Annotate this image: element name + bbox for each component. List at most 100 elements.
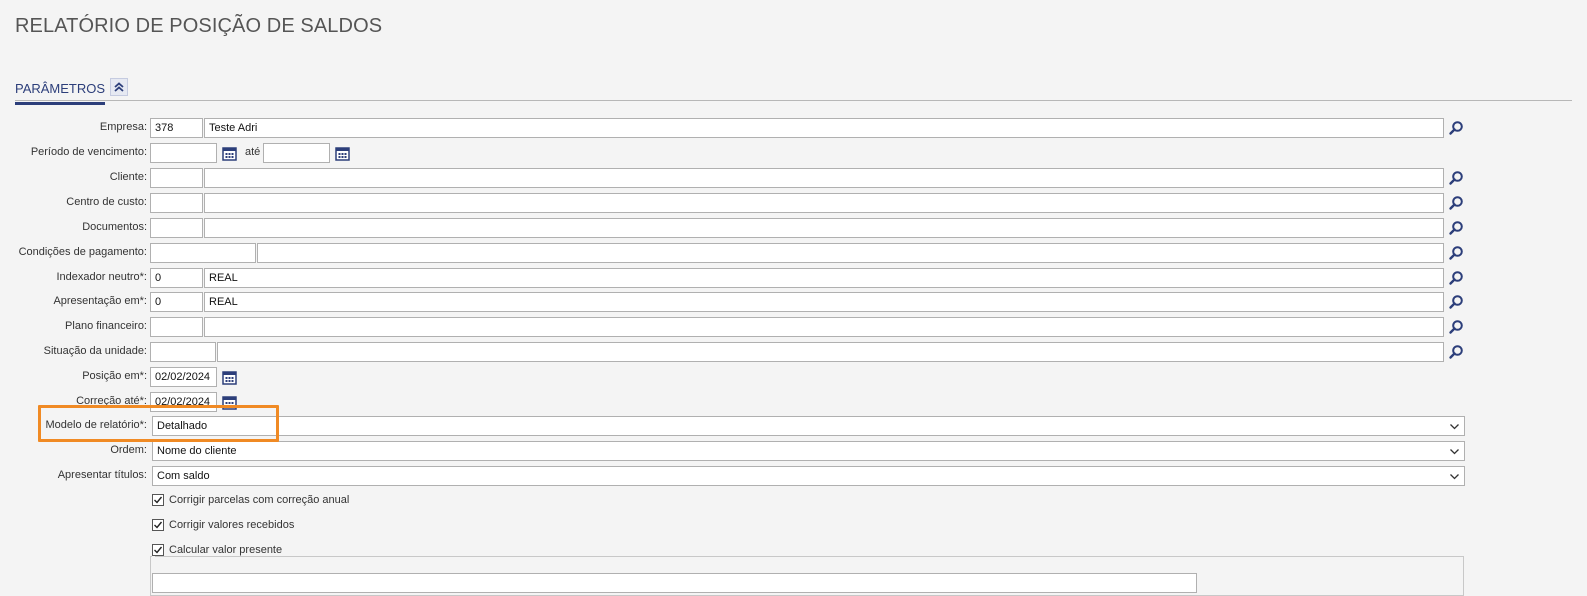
search-icon: [1449, 196, 1463, 210]
indexador-name-input[interactable]: REAL: [204, 268, 1444, 288]
row-ordem: Ordem: Nome do cliente: [0, 441, 1587, 461]
search-icon: [1449, 121, 1463, 135]
row-situacao: Situação da unidade:: [0, 342, 1587, 362]
ordem-select[interactable]: Nome do cliente: [152, 441, 1465, 461]
centro-custo-code-input[interactable]: [150, 193, 203, 213]
periodo-ate-label: até: [245, 146, 261, 158]
row-periodo: Período de vencimento: até: [0, 143, 1587, 163]
documentos-search-button[interactable]: [1446, 218, 1466, 238]
checkmark-icon: [154, 496, 163, 504]
corrigir-parcelas-checkbox[interactable]: [152, 494, 164, 506]
indexador-code-input[interactable]: 0: [150, 268, 203, 288]
apresentar-select[interactable]: Com saldo: [152, 466, 1465, 486]
condicoes-search-button[interactable]: [1446, 243, 1466, 263]
plano-search-button[interactable]: [1446, 317, 1466, 337]
cliente-label: Cliente:: [109, 171, 147, 183]
indexador-search-button[interactable]: [1446, 268, 1466, 288]
periodo-to-calendar-button[interactable]: [333, 144, 351, 162]
plano-code-input[interactable]: [150, 317, 203, 337]
chevron-down-icon: [1450, 474, 1459, 480]
collapse-section-button[interactable]: [110, 78, 128, 96]
documentos-code-input[interactable]: [150, 218, 203, 238]
calendar-icon: [221, 370, 237, 385]
cliente-name-input[interactable]: [204, 168, 1444, 188]
empresa-code-input[interactable]: 378: [150, 118, 203, 138]
apresentacao-name-input[interactable]: REAL: [204, 292, 1444, 312]
empresa-label: Empresa:: [99, 121, 147, 133]
calcular-vp-inner-field[interactable]: [152, 573, 1197, 593]
posicao-calendar-button[interactable]: [220, 368, 238, 386]
periodo-to-input[interactable]: [263, 143, 330, 163]
section-header: PARÂMETROS: [15, 78, 1572, 105]
row-apresentar: Apresentar títulos: Com saldo: [0, 466, 1587, 486]
documentos-label: Documentos:: [82, 221, 147, 233]
plano-label: Plano financeiro:: [65, 320, 147, 332]
calendar-icon: [334, 146, 350, 161]
corrigir-valores-label: Corrigir valores recebidos: [169, 519, 295, 531]
situacao-search-button[interactable]: [1446, 342, 1466, 362]
periodo-label: Período de vencimento:: [30, 146, 147, 158]
row-plano: Plano financeiro:: [0, 317, 1587, 337]
row-documentos: Documentos:: [0, 218, 1587, 238]
section-title: PARÂMETROS: [15, 81, 106, 105]
modelo-label: Modelo de relatório*:: [45, 419, 147, 431]
page-title: RELATÓRIO DE POSIÇÃO DE SALDOS: [15, 15, 383, 37]
calendar-icon: [221, 395, 237, 410]
correcao-date-input[interactable]: 02/02/2024: [150, 392, 217, 412]
condicoes-label: Condições de pagamento:: [18, 246, 147, 258]
situacao-name-input[interactable]: [217, 342, 1444, 362]
row-centro-custo: Centro de custo:: [0, 193, 1587, 213]
row-modelo: Modelo de relatório*: Detalhado: [0, 416, 1587, 436]
modelo-select[interactable]: Detalhado: [152, 416, 1465, 436]
search-icon: [1449, 171, 1463, 185]
search-icon: [1449, 246, 1463, 260]
periodo-from-input[interactable]: [150, 143, 217, 163]
row-condicoes: Condições de pagamento:: [0, 243, 1587, 263]
cliente-search-button[interactable]: [1446, 168, 1466, 188]
indexador-label: Indexador neutro*:: [56, 271, 147, 283]
documentos-name-input[interactable]: [204, 218, 1444, 238]
empresa-search-button[interactable]: [1446, 118, 1466, 138]
row-posicao: Posição em*: 02/02/2024: [0, 367, 1587, 387]
checkmark-icon: [154, 521, 163, 529]
corrigir-valores-checkbox[interactable]: [152, 519, 164, 531]
search-icon: [1449, 345, 1463, 359]
centro-custo-label: Centro de custo:: [66, 196, 147, 208]
apresentar-label: Apresentar títulos:: [57, 469, 147, 481]
checkmark-icon: [154, 546, 163, 554]
posicao-label: Posição em*:: [82, 370, 147, 382]
periodo-from-calendar-button[interactable]: [220, 144, 238, 162]
apresentacao-search-button[interactable]: [1446, 292, 1466, 312]
calcular-vp-label: Calcular valor presente: [169, 544, 283, 556]
centro-custo-search-button[interactable]: [1446, 193, 1466, 213]
apresentacao-label: Apresentação em*:: [53, 295, 147, 307]
correcao-label: Correção até*:: [76, 395, 147, 407]
calcular-vp-checkbox[interactable]: [152, 544, 164, 556]
row-cliente: Cliente:: [0, 168, 1587, 188]
corrigir-parcelas-label: Corrigir parcelas com correção anual: [169, 494, 350, 506]
row-apresentacao: Apresentação em*: 0 REAL: [0, 292, 1587, 312]
ordem-selected-value: Nome do cliente: [157, 445, 237, 457]
chevron-down-icon: [1450, 449, 1459, 455]
search-icon: [1449, 221, 1463, 235]
apresentar-selected-value: Com saldo: [157, 470, 210, 482]
posicao-date-input[interactable]: 02/02/2024: [150, 367, 217, 387]
search-icon: [1449, 295, 1463, 309]
empresa-name-input[interactable]: Teste Adri: [204, 118, 1444, 138]
situacao-code-input[interactable]: [150, 342, 216, 362]
row-correcao: Correção até*: 02/02/2024: [0, 392, 1587, 412]
calcular-vp-option: Calcular valor presente: [152, 544, 282, 560]
modelo-selected-value: Detalhado: [157, 420, 208, 432]
calendar-icon: [221, 146, 237, 161]
correcao-calendar-button[interactable]: [220, 393, 238, 411]
apresentacao-code-input[interactable]: 0: [150, 292, 203, 312]
row-indexador: Indexador neutro*: 0 REAL: [0, 268, 1587, 288]
condicoes-code-input[interactable]: [150, 243, 256, 263]
centro-custo-name-input[interactable]: [204, 193, 1444, 213]
ordem-label: Ordem:: [110, 444, 147, 456]
plano-name-input[interactable]: [204, 317, 1444, 337]
search-icon: [1449, 271, 1463, 285]
cliente-code-input[interactable]: [150, 168, 203, 188]
condicoes-name-input[interactable]: [257, 243, 1444, 263]
search-icon: [1449, 320, 1463, 334]
